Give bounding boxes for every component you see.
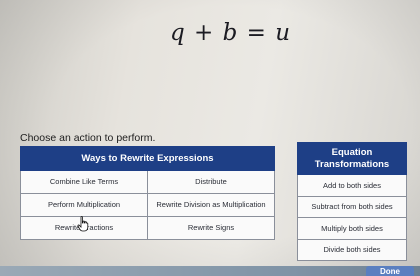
rewrite-expressions-table: Ways to Rewrite Expressions Combine Like… bbox=[20, 146, 275, 240]
done-button[interactable]: Done bbox=[366, 266, 414, 276]
bottom-toolbar bbox=[0, 266, 420, 276]
equation-transformations-table: Equation Transformations Add to both sid… bbox=[297, 142, 407, 261]
divide-both-sides-button[interactable]: Divide both sides bbox=[297, 238, 407, 261]
multiply-both-sides-button[interactable]: Multiply both sides bbox=[297, 217, 407, 240]
perform-multiplication-button[interactable]: Perform Multiplication bbox=[20, 193, 148, 217]
combine-like-terms-button[interactable]: Combine Like Terms bbox=[20, 170, 148, 194]
rewrite-division-button[interactable]: Rewrite Division as Multiplication bbox=[147, 193, 275, 217]
equation-table-header: Equation Transformations bbox=[297, 142, 407, 175]
hand-cursor-icon bbox=[77, 216, 89, 232]
distribute-button[interactable]: Distribute bbox=[147, 170, 275, 194]
add-both-sides-button[interactable]: Add to both sides bbox=[297, 174, 407, 197]
rewrite-signs-button[interactable]: Rewrite Signs bbox=[147, 216, 275, 240]
subtract-both-sides-button[interactable]: Subtract from both sides bbox=[297, 195, 407, 218]
action-prompt: Choose an action to perform. bbox=[20, 132, 156, 144]
rewrite-table-header: Ways to Rewrite Expressions bbox=[20, 146, 275, 171]
equation-display: q + b = u bbox=[170, 20, 292, 46]
